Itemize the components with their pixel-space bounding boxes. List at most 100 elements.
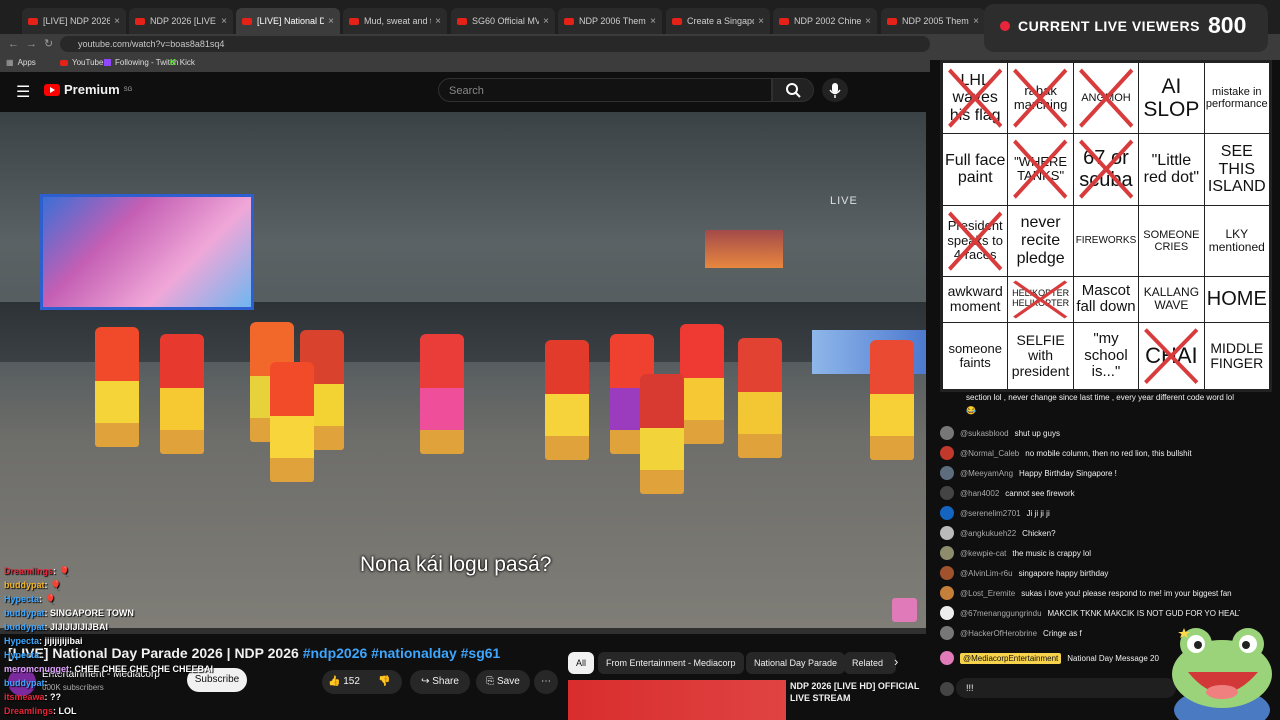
overlay-chat-line: buddypat: JIJIJIJIJIJBAI bbox=[4, 620, 304, 634]
menu-icon[interactable]: ☰ bbox=[16, 82, 30, 102]
chat-message[interactable]: @angkukueh22 Chicken? bbox=[940, 526, 1240, 540]
url-field[interactable]: youtube.com/watch?v=boas8a81sq4 bbox=[60, 36, 930, 52]
chat-message[interactable]: section lol , never change since last ti… bbox=[966, 393, 1266, 402]
dislike-button[interactable]: 👎 bbox=[378, 670, 390, 694]
bingo-cell: rabak marching bbox=[1007, 61, 1074, 135]
bookmark-icon: ⎘ bbox=[486, 676, 495, 687]
chat-author[interactable]: @HackerOfHerobrine bbox=[960, 629, 1037, 638]
close-tab-icon[interactable]: × bbox=[861, 16, 871, 27]
browser-tab[interactable]: NDP 2002 Chinese Theme× bbox=[773, 8, 877, 34]
chip-from-channel[interactable]: From Entertainment - Mediacorp bbox=[598, 652, 744, 674]
browser-tab[interactable]: SG60 Official MV (Koala Ko× bbox=[451, 8, 555, 34]
close-tab-icon[interactable]: × bbox=[539, 16, 549, 27]
chat-message[interactable]: @Normal_Caleb no mobile column, then no r… bbox=[940, 446, 1240, 460]
chat-author[interactable]: @MeeyamAng bbox=[960, 469, 1013, 478]
user-avatar bbox=[940, 566, 954, 580]
user-avatar bbox=[940, 486, 954, 500]
chat-message[interactable]: @kewpie-cat the music is crappy lol bbox=[940, 546, 1240, 560]
bingo-cell: someone faints bbox=[941, 321, 1009, 391]
bingo-cell-text: Full face paint bbox=[944, 151, 1006, 187]
close-tab-icon[interactable]: × bbox=[969, 16, 979, 27]
bingo-cell-text: FIREWORKS bbox=[1075, 235, 1137, 247]
overlay-chat-line: meromcnugget: CHEE CHEE CHE CHE CHEEBAI bbox=[4, 662, 304, 676]
video-hashtags[interactable]: #ndp2026 #nationalday #sg61 bbox=[303, 645, 501, 661]
more-actions-button[interactable]: ⋯ bbox=[534, 670, 558, 694]
chat-message[interactable]: @han4002 cannot see firework bbox=[940, 486, 1240, 500]
tab-label: NDP 2005 Theme Song: Rea bbox=[902, 16, 969, 26]
browser-tab[interactable]: [LIVE] NDP 2026: Singapore× bbox=[22, 8, 126, 34]
bingo-cell-text: LHL waves his flag bbox=[949, 71, 1001, 124]
related-video-thumbnail[interactable] bbox=[568, 680, 786, 720]
chat-text: MAKCIK TKNK MAKCIK IS NOT GUD FOR YO HEA… bbox=[1047, 608, 1240, 618]
video-player[interactable]: LIVE Nona kái logu pasá? bbox=[0, 112, 926, 634]
youtube-logo[interactable]: Premium SG bbox=[44, 82, 132, 97]
chevron-right-icon[interactable]: › bbox=[894, 654, 898, 669]
bingo-cell-text: rabak marching bbox=[1013, 82, 1068, 113]
tab-label: Mud, sweat and tears: Real bbox=[364, 16, 431, 26]
dancer bbox=[738, 338, 782, 458]
close-tab-icon[interactable]: × bbox=[646, 16, 656, 27]
bookmark-apps[interactable]: ▦ Apps bbox=[6, 58, 36, 67]
close-tab-icon[interactable]: × bbox=[754, 16, 764, 27]
browser-tab[interactable]: NDP 2006 Theme Song - N× bbox=[558, 8, 662, 34]
chat-author[interactable]: @AlvinLim-r6u bbox=[960, 569, 1013, 578]
close-tab-icon[interactable]: × bbox=[431, 16, 441, 27]
chat-message[interactable]: @MeeyamAng Happy Birthday Singapore ! bbox=[940, 466, 1240, 480]
dancer bbox=[95, 327, 139, 447]
share-button[interactable]: ↪ Share bbox=[410, 670, 470, 694]
bingo-cell-text: SOMEONE CRIES bbox=[1143, 228, 1200, 253]
chat-author[interactable]: @67menanggungrindu bbox=[960, 609, 1042, 618]
channel-watermark[interactable] bbox=[892, 598, 917, 622]
search-button[interactable] bbox=[772, 78, 814, 102]
browser-tab[interactable]: NDP 2005 Theme Song: Rea× bbox=[881, 8, 985, 34]
bookmark-twitch[interactable]: Following - Twitch bbox=[104, 58, 178, 67]
browser-tab[interactable]: Create a Singapore NDP So× bbox=[666, 8, 770, 34]
bingo-cell: HOME bbox=[1203, 275, 1271, 323]
back-icon[interactable]: ← bbox=[8, 36, 19, 52]
chat-message[interactable]: 😂 bbox=[966, 406, 1266, 415]
chat-message[interactable]: @Lost_Eremite sukas i love you! please re… bbox=[940, 586, 1240, 600]
chip-all[interactable]: All bbox=[568, 652, 595, 674]
chat-text: singapore happy birthday bbox=[1018, 568, 1109, 578]
chat-author[interactable]: @serenelim2701 bbox=[960, 509, 1021, 518]
browser-tab[interactable]: [LIVE] National Day Pa× bbox=[236, 8, 340, 34]
browser-tab[interactable]: NDP 2026 [LIVE HD] OFFICIA× bbox=[129, 8, 233, 34]
chip-related[interactable]: Related bbox=[844, 652, 896, 674]
chat-message: ?? bbox=[50, 692, 62, 702]
chat-message[interactable]: @AlvinLim-r6u singapore happy birthday bbox=[940, 566, 1240, 580]
bingo-cell-text: "WHERE TANKS" bbox=[1014, 154, 1068, 184]
chat-author[interactable]: @Normal_Caleb bbox=[960, 449, 1019, 458]
browser-tab[interactable]: Mud, sweat and tears: Real× bbox=[343, 8, 447, 34]
chat-author[interactable]: @kewpie-cat bbox=[960, 549, 1006, 558]
youtube-icon bbox=[349, 17, 359, 25]
chat-message[interactable]: @serenelim2701 Ji ji ji ji bbox=[940, 506, 1240, 520]
chat-author[interactable]: @han4002 bbox=[960, 489, 999, 498]
tab-label: NDP 2002 Chinese Theme bbox=[794, 16, 862, 26]
user-avatar bbox=[940, 626, 954, 640]
chat-username: buddypat bbox=[4, 608, 45, 618]
close-tab-icon[interactable]: × bbox=[110, 16, 120, 27]
chat-author[interactable]: @angkukueh22 bbox=[960, 529, 1016, 538]
chat-message[interactable]: @sukasblood shut up guys bbox=[940, 426, 1240, 440]
close-tab-icon[interactable]: × bbox=[324, 16, 334, 27]
chat-input[interactable]: !!! bbox=[956, 678, 1176, 698]
search-input[interactable]: Search bbox=[438, 78, 772, 102]
voice-search-button[interactable] bbox=[822, 78, 848, 102]
search-icon bbox=[786, 83, 801, 98]
related-video-title[interactable]: NDP 2026 [LIVE HD] OFFICIAL LIVE STREAM bbox=[790, 680, 930, 704]
bingo-row: someone faints SELFIE with president "my s… bbox=[941, 321, 1271, 391]
like-button[interactable]: 👍 152 bbox=[328, 670, 360, 694]
bookmark-kick[interactable]: K Kick bbox=[170, 58, 195, 67]
close-tab-icon[interactable]: × bbox=[217, 16, 227, 27]
chip-national-day-parade[interactable]: National Day Parade bbox=[746, 652, 846, 674]
user-avatar bbox=[940, 446, 954, 460]
video-subtitle: Nona kái logu pasá? bbox=[360, 553, 552, 576]
forward-icon[interactable]: → bbox=[26, 36, 37, 52]
chat-author[interactable]: @sukasblood bbox=[960, 429, 1009, 438]
save-button[interactable]: ⎘ Save bbox=[476, 670, 530, 694]
reload-icon[interactable]: ↻ bbox=[44, 36, 53, 52]
bookmark-youtube[interactable]: YouTube bbox=[60, 58, 103, 67]
mic-icon bbox=[829, 83, 841, 98]
youtube-icon bbox=[779, 17, 789, 25]
chat-author[interactable]: @Lost_Eremite bbox=[960, 589, 1015, 598]
